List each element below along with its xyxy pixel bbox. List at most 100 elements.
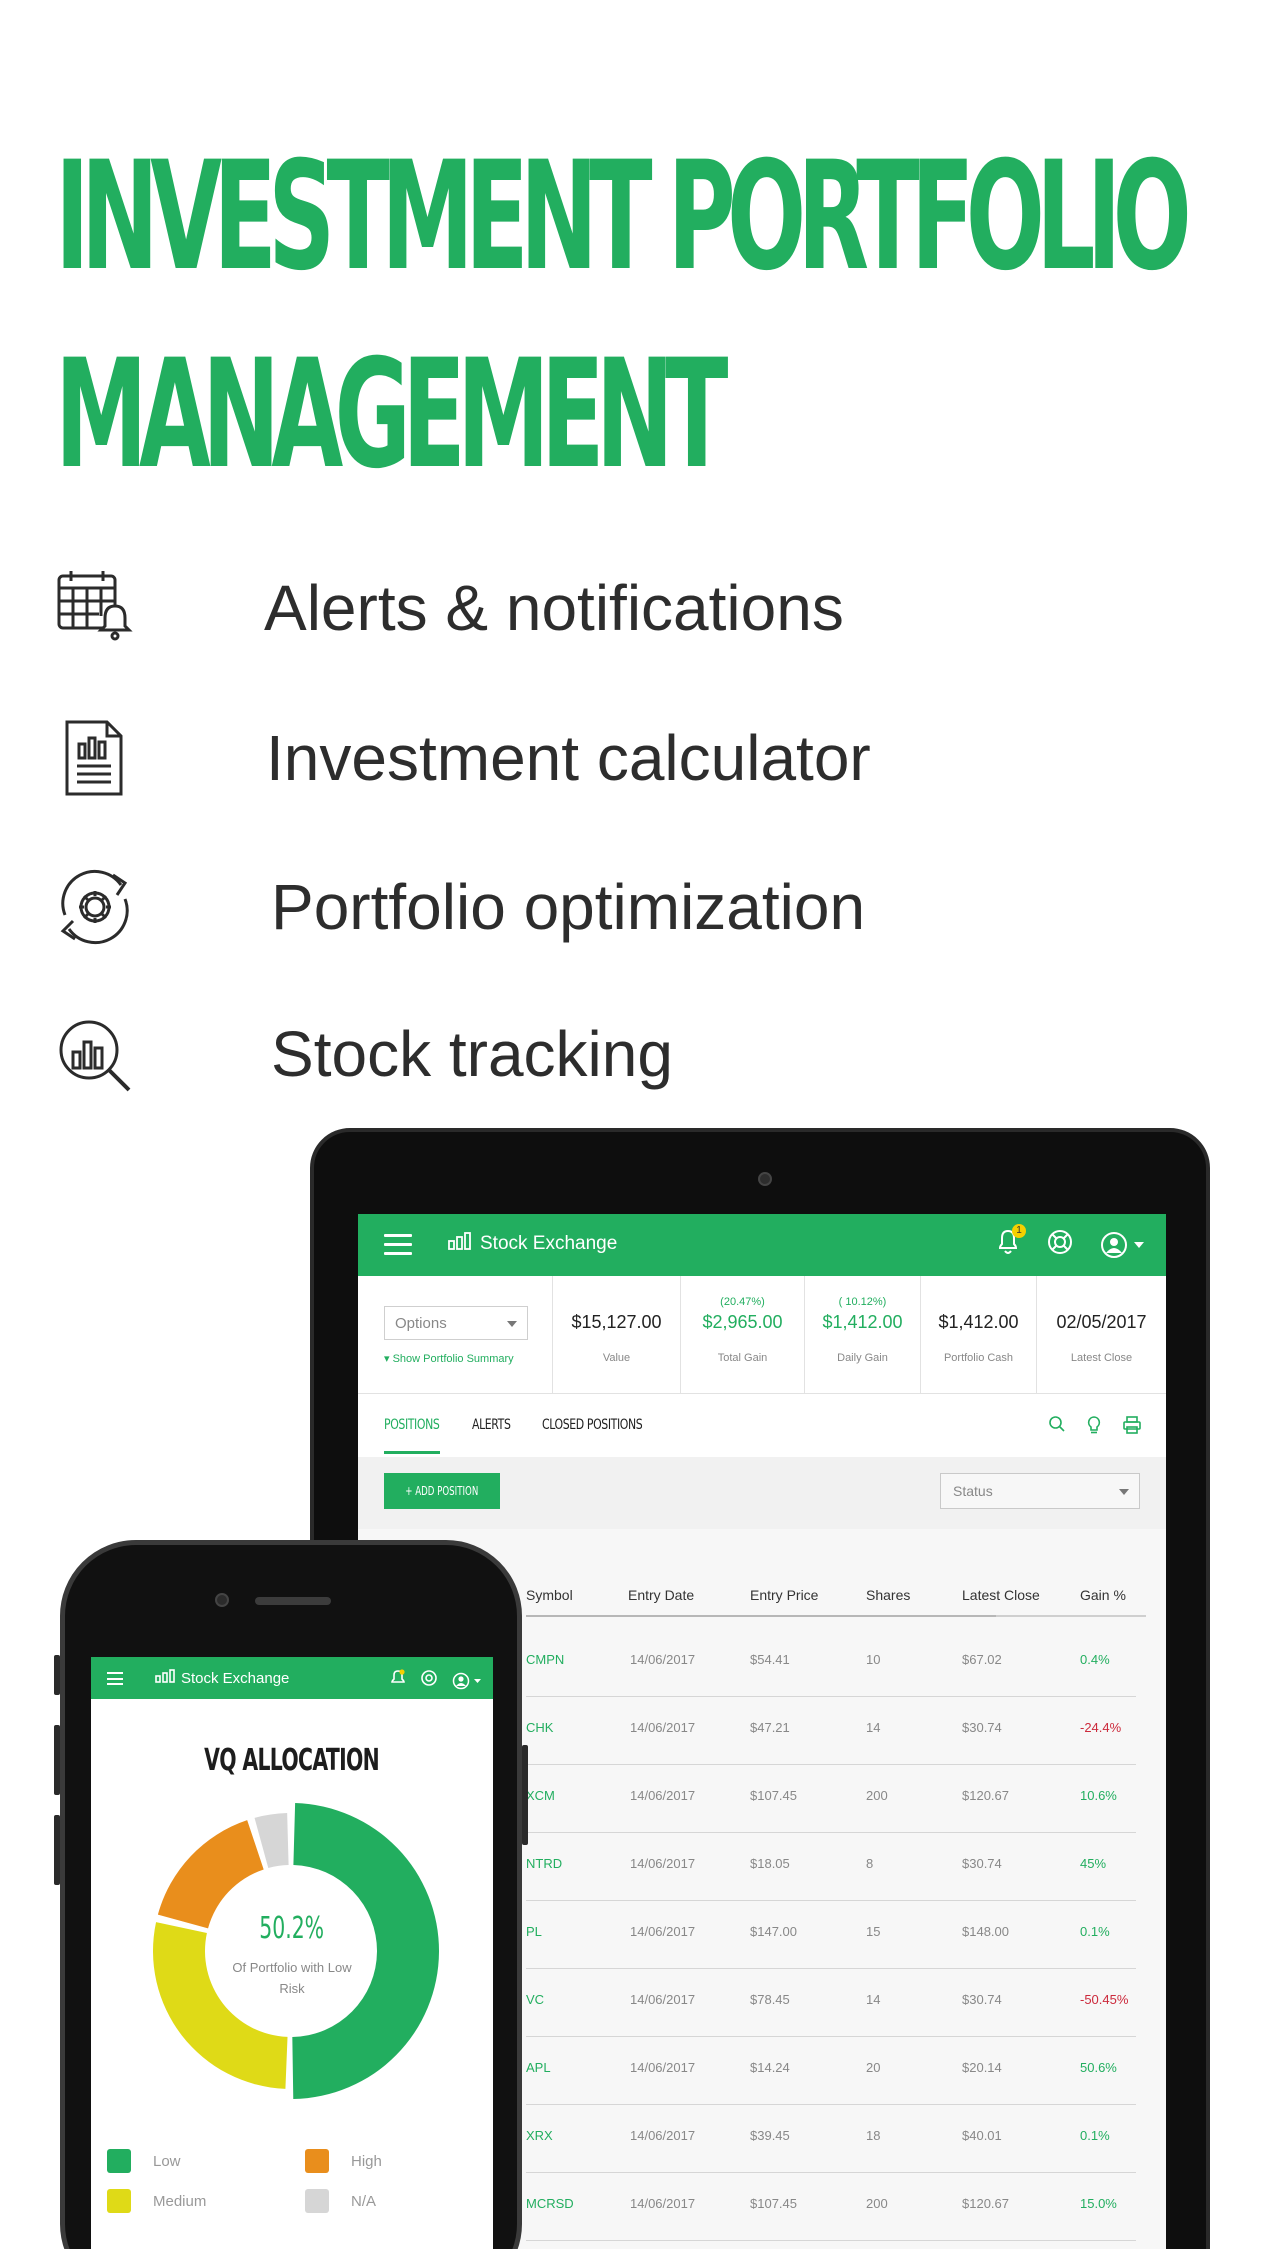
cell-latest-close: $67.02: [962, 1652, 1002, 1667]
column-header-entry-price[interactable]: Entry Price: [750, 1587, 818, 1603]
cell-entry-date: 14/06/2017: [630, 2196, 696, 2211]
column-header-entry-date[interactable]: Entry Date: [628, 1587, 694, 1603]
allocation-donut-chart: [153, 1803, 440, 2099]
bar-chart-logo-icon: [448, 1232, 472, 1255]
hero-title-line-1: INVESTMENT PORTFOLIO: [55, 130, 1192, 304]
metric-amount: $1,412.00: [822, 1312, 903, 1332]
cell-entry-price: $39.45: [750, 2128, 790, 2143]
cell-symbol[interactable]: XRX: [526, 2128, 553, 2143]
cell-gain: 15.0%: [1080, 2196, 1117, 2211]
help-lifebuoy-icon[interactable]: [420, 1669, 438, 1692]
options-select[interactable]: Options: [384, 1306, 528, 1340]
metric-amount: 02/05/2017: [1056, 1312, 1147, 1332]
cell-shares: 8: [866, 1856, 874, 1871]
cell-gain: 10.6%: [1080, 1788, 1117, 1803]
legend-swatch: [107, 2149, 131, 2173]
search-icon[interactable]: [1048, 1415, 1066, 1440]
phone-power-button: [522, 1745, 528, 1845]
legend-item-medium: Medium: [107, 2189, 206, 2213]
app-logo[interactable]: Stock Exchange: [448, 1232, 617, 1255]
status-select-value: Status: [953, 1483, 993, 1499]
allocation-title-text: VQ ALLOCATION: [204, 1743, 381, 1778]
document-chart-icon: [55, 718, 135, 798]
user-account-dropdown-icon[interactable]: [452, 1672, 481, 1690]
user-account-dropdown-icon[interactable]: [1100, 1231, 1144, 1259]
phone-speaker: [255, 1597, 331, 1605]
column-header-symbol[interactable]: Symbol: [526, 1587, 573, 1603]
cell-symbol[interactable]: CHK: [526, 1720, 553, 1735]
hamburger-menu-icon[interactable]: [107, 1672, 123, 1685]
add-position-button[interactable]: + ADD POSITION: [384, 1473, 500, 1509]
hamburger-menu-icon[interactable]: [384, 1234, 412, 1256]
app-header: Stock Exchange 1: [358, 1214, 1166, 1276]
lightbulb-icon[interactable]: [1086, 1415, 1102, 1440]
cell-entry-date: 14/06/2017: [630, 2128, 696, 2143]
cell-gain: -50.45%: [1080, 1992, 1129, 2007]
donut-slice-medium: [153, 1922, 288, 2089]
allocation-title: VQ ALLOCATION: [91, 1743, 493, 1778]
help-lifebuoy-icon[interactable]: [1046, 1228, 1074, 1261]
column-header-gain[interactable]: Gain %: [1080, 1587, 1126, 1603]
cell-gain: 0.1%: [1080, 2128, 1110, 2143]
legend-swatch: [305, 2149, 329, 2173]
tablet-camera: [758, 1172, 772, 1186]
phone-volume-down: [54, 1815, 60, 1885]
phone-app-header: Stock Exchange: [91, 1657, 493, 1699]
cell-symbol[interactable]: XCM: [526, 1788, 555, 1803]
cell-entry-date: 14/06/2017: [630, 1924, 696, 1939]
metric-label: Total Gain: [717, 1352, 768, 1364]
cell-shares: 20: [866, 2060, 881, 2075]
cell-symbol[interactable]: CMPN: [526, 1652, 564, 1667]
tab-alerts[interactable]: Alerts: [472, 1417, 511, 1433]
show-portfolio-summary-link[interactable]: ▾ Show Portfolio Summary: [384, 1352, 514, 1365]
portfolio-summary: Options ▾ Show Portfolio Summary $15,127…: [358, 1276, 1166, 1394]
cell-gain: -24.4%: [1080, 1720, 1122, 1735]
cell-latest-close: $40.01: [962, 2128, 1002, 2143]
tab-closed-positions[interactable]: Closed Positions: [542, 1417, 643, 1433]
cell-shares: 10: [866, 1652, 881, 1667]
cell-symbol[interactable]: NTRD: [526, 1856, 562, 1871]
metric-label: Value: [602, 1352, 631, 1364]
column-header-latest-close[interactable]: Latest Close: [962, 1587, 1040, 1603]
cell-symbol[interactable]: PL: [526, 1924, 542, 1939]
cell-gain: 45%: [1080, 1856, 1107, 1871]
legend-label: Low: [153, 2152, 181, 2170]
cell-entry-price: $47.21: [750, 1720, 790, 1735]
hero-title-line-2: MANAGEMENT: [55, 328, 728, 502]
legend-item-low: Low: [107, 2149, 181, 2173]
cell-entry-price: $14.24: [750, 2060, 790, 2075]
cell-shares: 18: [866, 2128, 881, 2143]
cell-entry-date: 14/06/2017: [630, 2060, 696, 2075]
print-icon[interactable]: [1122, 1415, 1142, 1440]
status-select[interactable]: Status: [940, 1473, 1140, 1509]
cell-entry-price: $147.00: [750, 1924, 797, 1939]
metric-percent: ( 10.12%): [838, 1296, 887, 1308]
options-area: Options ▾ Show Portfolio Summary: [358, 1276, 552, 1394]
cell-symbol[interactable]: APL: [526, 2060, 551, 2075]
phone-mute-switch: [54, 1655, 60, 1695]
metric-value: $15,127.00 Value: [552, 1276, 680, 1394]
feature-alerts: Alerts & notifications: [55, 563, 955, 653]
notification-badge: 1: [1012, 1224, 1026, 1238]
notifications-bell-icon[interactable]: 1: [996, 1224, 1026, 1261]
cell-entry-date: 14/06/2017: [630, 1788, 696, 1803]
show-summary-label: Show Portfolio Summary: [392, 1353, 514, 1365]
chevron-down-icon: [507, 1321, 517, 1327]
cell-gain: 50.6%: [1080, 2060, 1117, 2075]
feature-tracking: Stock tracking: [55, 1009, 955, 1099]
cell-entry-price: $107.45: [750, 2196, 797, 2211]
cell-entry-date: 14/06/2017: [630, 1720, 696, 1735]
metric-label: Latest Close: [1070, 1352, 1133, 1364]
tab-positions[interactable]: Positions: [384, 1417, 440, 1433]
metric-label: Daily Gain: [837, 1352, 888, 1364]
cell-symbol[interactable]: MCRSD: [526, 2196, 574, 2211]
column-header-shares[interactable]: Shares: [866, 1587, 910, 1603]
phone-front-camera: [215, 1593, 229, 1607]
cell-symbol[interactable]: VC: [526, 1992, 544, 2007]
app-logo[interactable]: Stock Exchange: [155, 1669, 289, 1688]
cell-latest-close: $120.67: [962, 2196, 1009, 2211]
notifications-bell-icon[interactable]: [390, 1669, 406, 1692]
app-name: Stock Exchange: [480, 1232, 618, 1254]
cell-latest-close: $120.67: [962, 1788, 1009, 1803]
metric-amount: $2,965.00: [702, 1312, 783, 1332]
